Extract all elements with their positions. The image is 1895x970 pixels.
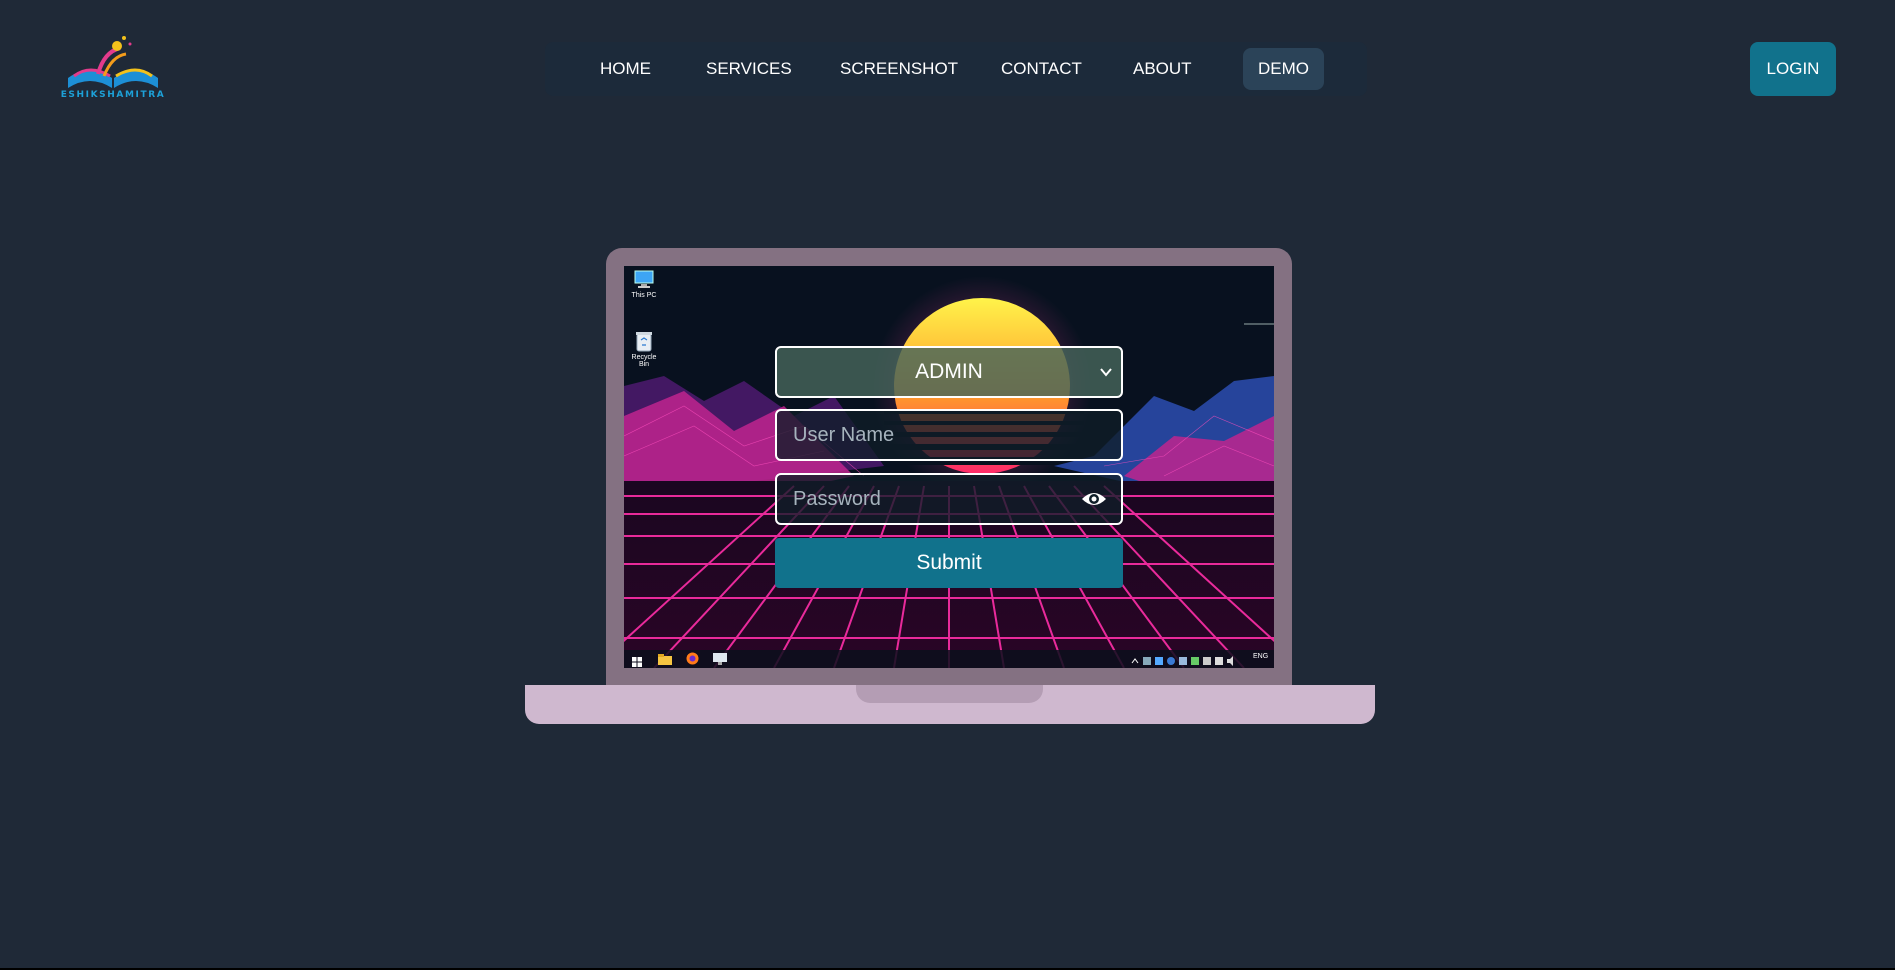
nav-contact[interactable]: CONTACT — [986, 48, 1097, 90]
this-pc-label: This PC — [631, 292, 657, 299]
system-tray-icons[interactable] — [1131, 653, 1241, 668]
role-select-value: ADMIN — [915, 360, 983, 383]
main-nav: HOME SERVICES SCREENSHOT CONTACT ABOUT D… — [545, 42, 1367, 96]
brand-logo[interactable]: ESHIKSHAMITRA — [60, 34, 166, 104]
chevron-down-icon — [1100, 368, 1112, 377]
desktop-app-icon[interactable] — [713, 652, 727, 668]
nav-home[interactable]: HOME — [585, 48, 666, 90]
file-explorer-icon[interactable] — [658, 652, 672, 668]
this-pc-shortcut[interactable]: This PC — [626, 270, 662, 299]
eye-icon[interactable] — [1081, 488, 1107, 510]
recycle-bin-icon — [636, 332, 652, 352]
nav-demo[interactable]: DEMO — [1243, 48, 1324, 90]
firefox-icon[interactable] — [686, 652, 699, 668]
username-input[interactable]: User Name — [775, 409, 1123, 461]
book-logo-icon — [68, 36, 158, 88]
nav-about[interactable]: ABOUT — [1118, 48, 1207, 90]
brand-name: ESHIKSHAMITRA — [60, 90, 166, 100]
language-indicator[interactable]: ENG — [1253, 653, 1268, 660]
laptop-notch — [856, 685, 1043, 703]
login-button[interactable]: LOGIN — [1750, 42, 1836, 96]
synthwave-wallpaper — [624, 266, 1274, 668]
recycle-bin-shortcut[interactable]: Recycle Bin — [626, 330, 662, 368]
nav-services[interactable]: SERVICES — [691, 48, 807, 90]
laptop-screen: This PC Recycle Bin ENG — [624, 266, 1274, 668]
role-select[interactable]: ADMIN — [775, 346, 1123, 398]
submit-button[interactable]: Submit — [775, 538, 1123, 588]
nav-screenshot[interactable]: SCREENSHOT — [825, 48, 973, 90]
password-input[interactable]: Password — [775, 473, 1123, 525]
recycle-bin-label: Recycle Bin — [631, 354, 657, 368]
password-placeholder: Password — [793, 488, 881, 510]
computer-icon — [634, 270, 654, 288]
username-placeholder: User Name — [793, 424, 895, 446]
windows-start-icon[interactable] — [632, 654, 642, 668]
